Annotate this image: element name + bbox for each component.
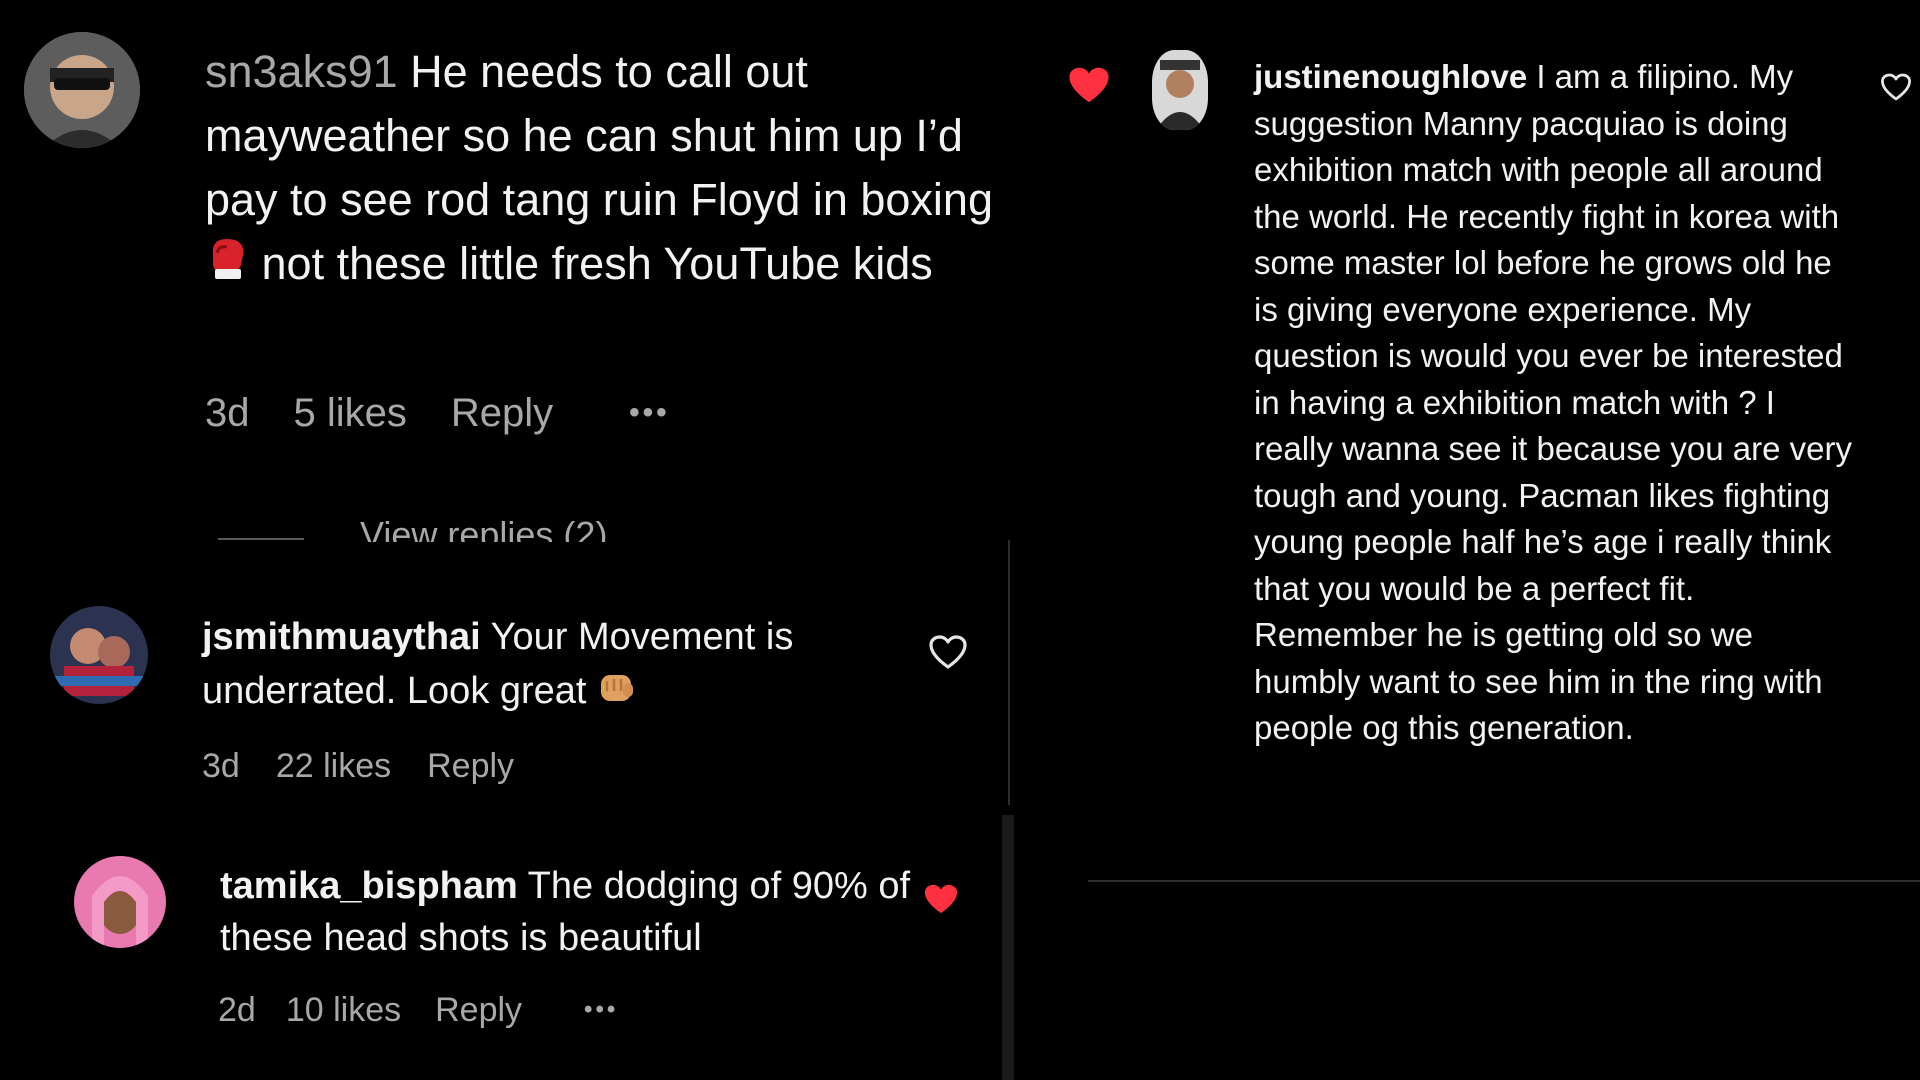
- reply-button[interactable]: Reply: [435, 991, 522, 1030]
- comment-likes[interactable]: 5 likes: [294, 391, 407, 436]
- avatar-sn3aks91[interactable]: [24, 32, 140, 148]
- username-jsmithmuaythai[interactable]: jsmithmuaythai: [202, 616, 481, 658]
- reply-button[interactable]: Reply: [427, 747, 514, 786]
- view-replies-clip: View replies (2): [360, 512, 680, 542]
- comment-meta: 3d 5 likes Reply •••: [205, 388, 670, 438]
- comment-time: 2d: [218, 990, 256, 1029]
- avatar-jsmithmuaythai[interactable]: [50, 606, 148, 704]
- avatar-tamika-bispham[interactable]: [74, 856, 166, 948]
- comment-text: justinenoughlove I am a filipino. My sug…: [1254, 54, 1856, 752]
- avatar-justinenoughlove[interactable]: [1152, 50, 1208, 130]
- username-sn3aks91[interactable]: sn3aks91: [205, 46, 398, 97]
- username-justinenoughlove[interactable]: justinenoughlove: [1254, 58, 1527, 95]
- heart-outline-icon[interactable]: [928, 634, 968, 670]
- comment-text: tamika_bispham The dodging of 90% of the…: [220, 860, 920, 964]
- view-replies-line: [218, 538, 304, 540]
- heart-outline-icon[interactable]: [1880, 72, 1912, 102]
- comment-body-continued: not these little fresh YouTube kids: [261, 238, 933, 289]
- comment-meta: 2d 10 likes Reply •••: [218, 986, 618, 1034]
- fist-icon: [597, 666, 637, 720]
- comment-likes[interactable]: 10 likes: [286, 991, 401, 1030]
- comment-time: 3d: [205, 390, 250, 435]
- boxing-glove-icon: [205, 235, 249, 300]
- comment-meta: 3d 22 likes Reply: [202, 742, 514, 790]
- heart-filled-icon[interactable]: [922, 882, 960, 916]
- heart-filled-icon[interactable]: [1066, 64, 1112, 106]
- more-options-button[interactable]: •••: [629, 396, 670, 430]
- comment-text: sn3aks91 He needs to call out mayweather…: [205, 40, 1005, 300]
- comment-body: I am a filipino. My suggestion Manny pac…: [1254, 58, 1852, 746]
- comment-likes[interactable]: 22 likes: [276, 747, 391, 786]
- view-replies-button[interactable]: View replies (2): [360, 512, 680, 542]
- more-options-button[interactable]: •••: [584, 996, 618, 1024]
- username-tamika-bispham[interactable]: tamika_bispham: [220, 865, 518, 907]
- comment-text: jsmithmuaythai Your Movement is underrat…: [202, 610, 922, 720]
- comment-divider: [1088, 880, 1920, 882]
- panel-separator: [1008, 540, 1010, 805]
- comment-time: 3d: [202, 746, 240, 785]
- reply-button[interactable]: Reply: [451, 391, 553, 436]
- scrollbar[interactable]: [1002, 815, 1014, 1080]
